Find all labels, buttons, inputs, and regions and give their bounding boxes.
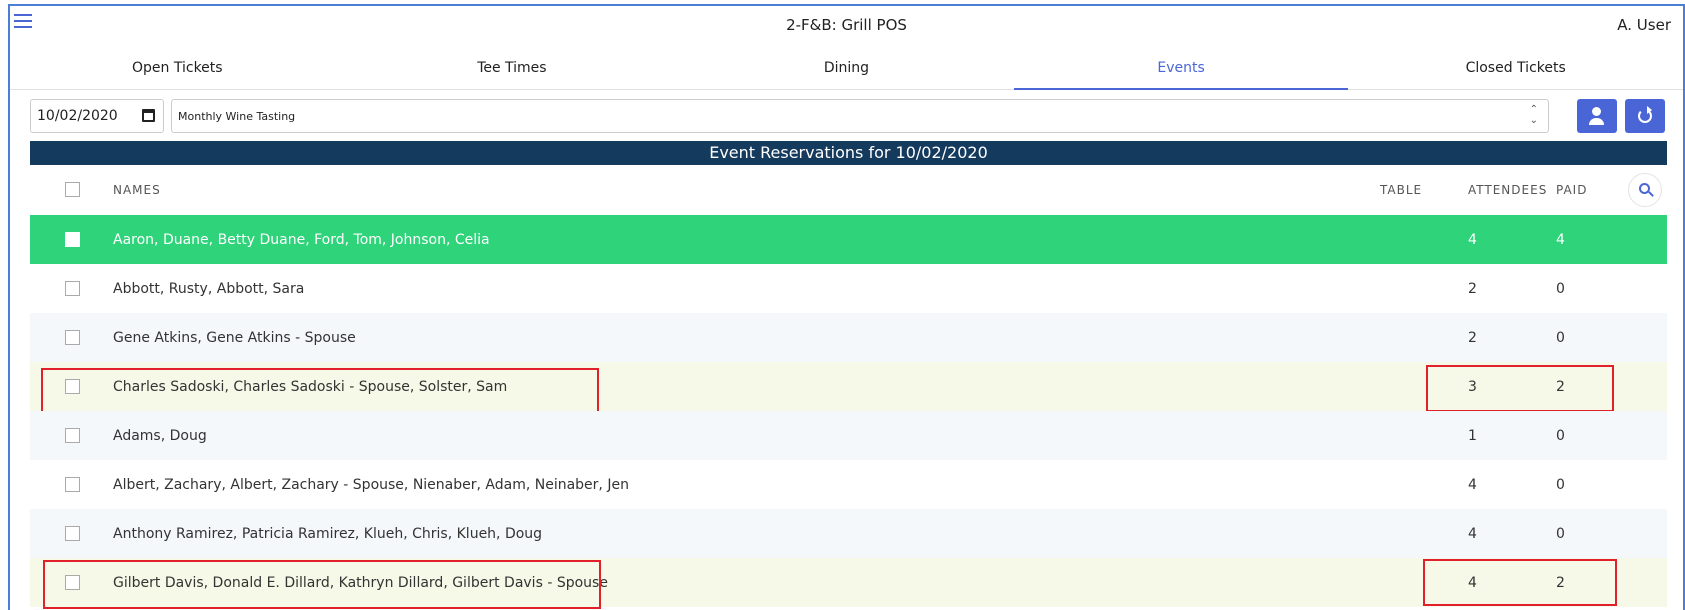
row-checkbox[interactable] — [65, 281, 80, 296]
search-icon-handle — [1648, 191, 1654, 197]
row-checkbox[interactable] — [65, 330, 80, 345]
table-row[interactable]: Gene Atkins, Gene Atkins - Spouse 2 0 — [30, 313, 1667, 362]
table-banner: Event Reservations for 10/02/2020 — [30, 141, 1667, 165]
row-checkbox[interactable] — [65, 428, 80, 443]
table-row[interactable]: Aaron, Duane, Betty Duane, Ford, Tom, Jo… — [30, 215, 1667, 264]
header-names[interactable]: NAMES — [113, 183, 161, 197]
header-paid[interactable]: PAID — [1556, 183, 1587, 197]
person-icon — [1592, 107, 1601, 116]
tab-open-tickets[interactable]: Open Tickets — [10, 48, 345, 89]
select-arrows-icon: ⌃ ⌄ — [1529, 104, 1538, 126]
row-checkbox[interactable] — [65, 526, 80, 541]
filter-controls: 10/02/2020 Monthly Wine Tasting ⌃ ⌄ — [10, 94, 1683, 138]
row-paid: 2 — [1556, 379, 1565, 395]
row-attendees: 2 — [1468, 281, 1477, 297]
search-button[interactable] — [1628, 173, 1662, 207]
tab-events[interactable]: Events — [1013, 48, 1349, 90]
app-frame: 2-F&B: Grill POS A. User Open Tickets Te… — [8, 4, 1685, 610]
row-names: Charles Sadoski, Charles Sadoski - Spous… — [113, 379, 508, 395]
row-attendees: 4 — [1468, 575, 1477, 591]
row-names: Adams, Doug — [113, 428, 207, 444]
row-attendees: 4 — [1468, 526, 1477, 542]
table-row[interactable]: Anthony Ramirez, Patricia Ramirez, Klueh… — [30, 509, 1667, 558]
table-header: NAMES TABLE ATTENDEES PAID — [30, 165, 1667, 215]
event-select-value: Monthly Wine Tasting — [178, 110, 296, 123]
tab-closed-tickets[interactable]: Closed Tickets — [1348, 48, 1683, 89]
row-attendees: 4 — [1468, 477, 1477, 493]
row-paid: 0 — [1556, 330, 1565, 346]
calendar-icon[interactable] — [142, 109, 155, 122]
select-all-checkbox[interactable] — [65, 182, 80, 197]
add-person-button[interactable] — [1577, 99, 1617, 133]
tab-tee-times[interactable]: Tee Times — [345, 48, 680, 89]
tab-bar: Open Tickets Tee Times Dining Events Clo… — [10, 48, 1683, 90]
date-value: 10/02/2020 — [37, 108, 118, 124]
row-paid: 4 — [1556, 232, 1565, 248]
row-attendees: 4 — [1468, 232, 1477, 248]
row-attendees: 3 — [1468, 379, 1477, 395]
user-name[interactable]: A. User — [1617, 16, 1671, 34]
highlight-box-counts — [1423, 559, 1617, 606]
table-row[interactable]: Adams, Doug 1 0 — [30, 411, 1667, 460]
event-select[interactable]: Monthly Wine Tasting ⌃ ⌄ — [171, 99, 1549, 133]
row-names: Abbott, Rusty, Abbott, Sara — [113, 281, 305, 297]
row-names: Gilbert Davis, Donald E. Dillard, Kathry… — [113, 575, 608, 591]
row-paid: 0 — [1556, 428, 1565, 444]
row-paid: 0 — [1556, 477, 1565, 493]
row-attendees: 2 — [1468, 330, 1477, 346]
row-attendees: 1 — [1468, 428, 1477, 444]
row-checkbox[interactable] — [65, 477, 80, 492]
app-title: 2-F&B: Grill POS — [786, 16, 907, 34]
table-row[interactable]: Gilbert Davis, Donald E. Dillard, Kathry… — [30, 558, 1667, 609]
event-reservations-table: Event Reservations for 10/02/2020 NAMES … — [30, 141, 1667, 609]
row-paid: 0 — [1556, 526, 1565, 542]
person-icon-body — [1589, 118, 1604, 125]
row-names: Gene Atkins, Gene Atkins - Spouse — [113, 330, 356, 346]
header-table[interactable]: TABLE — [1380, 183, 1422, 197]
top-bar: 2-F&B: Grill POS A. User — [10, 6, 1683, 46]
row-names: Albert, Zachary, Albert, Zachary - Spous… — [113, 477, 629, 493]
table-row[interactable]: Abbott, Rusty, Abbott, Sara 2 0 — [30, 264, 1667, 313]
row-paid: 2 — [1556, 575, 1565, 591]
row-names: Aaron, Duane, Betty Duane, Ford, Tom, Jo… — [113, 232, 490, 248]
table-row[interactable]: Charles Sadoski, Charles Sadoski - Spous… — [30, 362, 1667, 417]
refresh-icon-arrow — [1647, 106, 1652, 114]
row-paid: 0 — [1556, 281, 1565, 297]
row-checkbox[interactable] — [65, 232, 80, 247]
header-attendees[interactable]: ATTENDEES — [1468, 183, 1547, 197]
row-names: Anthony Ramirez, Patricia Ramirez, Klueh… — [113, 526, 543, 542]
table-row[interactable]: Albert, Zachary, Albert, Zachary - Spous… — [30, 460, 1667, 509]
row-checkbox[interactable] — [65, 575, 80, 590]
tab-dining[interactable]: Dining — [679, 48, 1014, 89]
row-checkbox[interactable] — [65, 379, 80, 394]
date-input[interactable]: 10/02/2020 — [30, 99, 164, 133]
refresh-button[interactable] — [1625, 99, 1665, 133]
highlight-box-counts — [1426, 365, 1614, 412]
